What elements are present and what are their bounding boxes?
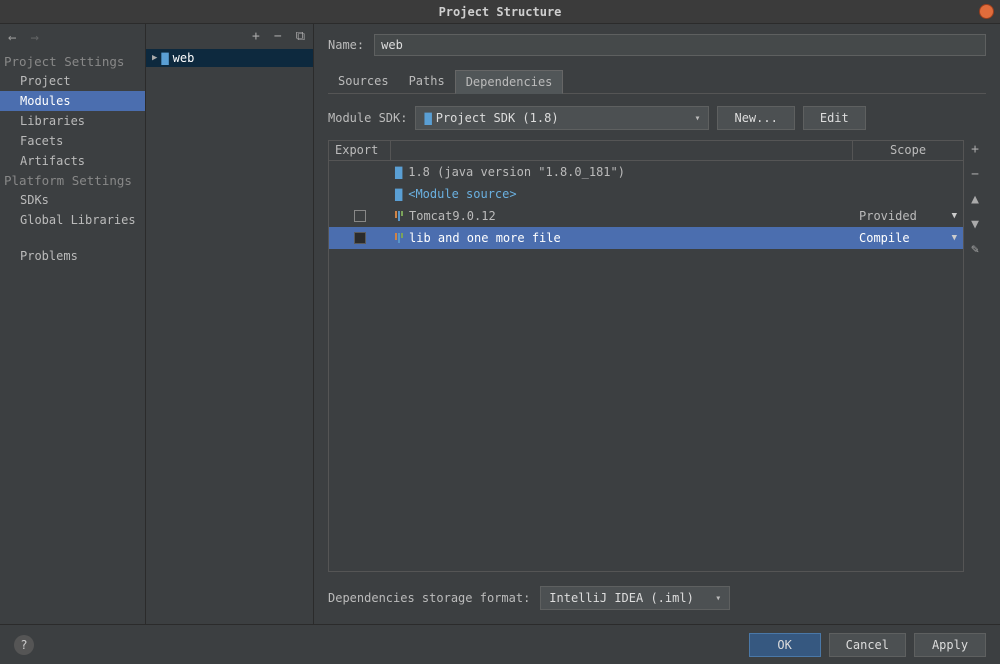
dependency-row-tomcat[interactable]: Tomcat9.0.12 Provided ▼	[329, 205, 963, 227]
sidebar-item-project[interactable]: Project	[0, 71, 145, 91]
tab-dependencies[interactable]: Dependencies	[455, 70, 564, 94]
add-icon[interactable]: +	[252, 30, 260, 43]
module-tree-item[interactable]: ▶ ▇ web	[146, 49, 313, 67]
storage-format-label: Dependencies storage format:	[328, 591, 530, 605]
window-title: Project Structure	[439, 5, 562, 19]
name-label: Name:	[328, 38, 364, 52]
chevron-down-icon: ▼	[952, 233, 957, 243]
module-sdk-combo[interactable]: ▇ Project SDK (1.8)	[415, 106, 709, 130]
dep-name: 1.8 (java version "1.8.0_181")	[408, 165, 625, 179]
sidebar-item-modules[interactable]: Modules	[0, 91, 145, 111]
close-icon[interactable]	[979, 4, 994, 19]
tab-paths[interactable]: Paths	[399, 70, 455, 93]
sidebar-item-sdks[interactable]: SDKs	[0, 190, 145, 210]
storage-format-value: IntelliJ IDEA (.iml)	[549, 591, 694, 605]
library-icon	[395, 211, 403, 221]
library-icon	[395, 233, 403, 243]
module-name-input[interactable]	[374, 34, 986, 56]
remove-icon[interactable]: −	[274, 30, 282, 43]
expand-icon[interactable]: ▶	[152, 53, 157, 63]
sidebar-item-artifacts[interactable]: Artifacts	[0, 151, 145, 171]
sidebar-item-global-libraries[interactable]: Global Libraries	[0, 210, 145, 230]
ok-button[interactable]: OK	[749, 633, 821, 657]
cancel-button[interactable]: Cancel	[829, 633, 906, 657]
dependency-row-source[interactable]: ▇ <Module source>	[329, 183, 963, 205]
module-name: web	[173, 51, 195, 65]
forward-icon: →	[30, 30, 38, 46]
remove-dependency-icon[interactable]: −	[971, 167, 979, 182]
sidebar-item-libraries[interactable]: Libraries	[0, 111, 145, 131]
source-icon: ▇	[395, 187, 402, 201]
tab-sources[interactable]: Sources	[328, 70, 399, 93]
dependency-row-lib[interactable]: lib and one more file Compile ▼	[329, 227, 963, 249]
column-scope: Scope	[853, 141, 963, 160]
help-icon[interactable]: ?	[14, 635, 34, 655]
dep-name: lib and one more file	[409, 231, 561, 245]
add-dependency-icon[interactable]: +	[971, 142, 979, 157]
module-sdk-label: Module SDK:	[328, 111, 407, 125]
edit-dependency-icon[interactable]: ✎	[971, 242, 979, 257]
dep-name: <Module source>	[408, 187, 516, 201]
sidebar-item-facets[interactable]: Facets	[0, 131, 145, 151]
section-platform-settings: Platform Settings	[0, 171, 145, 190]
chevron-down-icon: ▼	[952, 211, 957, 221]
jdk-icon: ▇	[395, 165, 402, 179]
module-sdk-value: Project SDK (1.8)	[436, 111, 559, 125]
move-down-icon[interactable]: ▼	[971, 217, 979, 232]
column-export: Export	[329, 141, 391, 160]
edit-sdk-button[interactable]: Edit	[803, 106, 866, 130]
scope-combo[interactable]: Provided ▼	[853, 209, 963, 223]
copy-icon[interactable]: ⧉	[296, 30, 305, 43]
apply-button[interactable]: Apply	[914, 633, 986, 657]
export-checkbox[interactable]	[354, 232, 366, 244]
dep-name: Tomcat9.0.12	[409, 209, 496, 223]
column-name	[391, 141, 853, 160]
back-icon[interactable]: ←	[8, 30, 16, 46]
sidebar-item-problems[interactable]: Problems	[0, 246, 145, 266]
scope-combo[interactable]: Compile ▼	[853, 231, 963, 245]
move-up-icon[interactable]: ▲	[971, 192, 979, 207]
dependency-row-sdk[interactable]: ▇ 1.8 (java version "1.8.0_181")	[329, 161, 963, 183]
new-sdk-button[interactable]: New...	[717, 106, 794, 130]
section-project-settings: Project Settings	[0, 52, 145, 71]
module-icon: ▇	[161, 51, 168, 65]
storage-format-combo[interactable]: IntelliJ IDEA (.iml)	[540, 586, 730, 610]
export-checkbox[interactable]	[354, 210, 366, 222]
folder-icon: ▇	[424, 111, 431, 125]
